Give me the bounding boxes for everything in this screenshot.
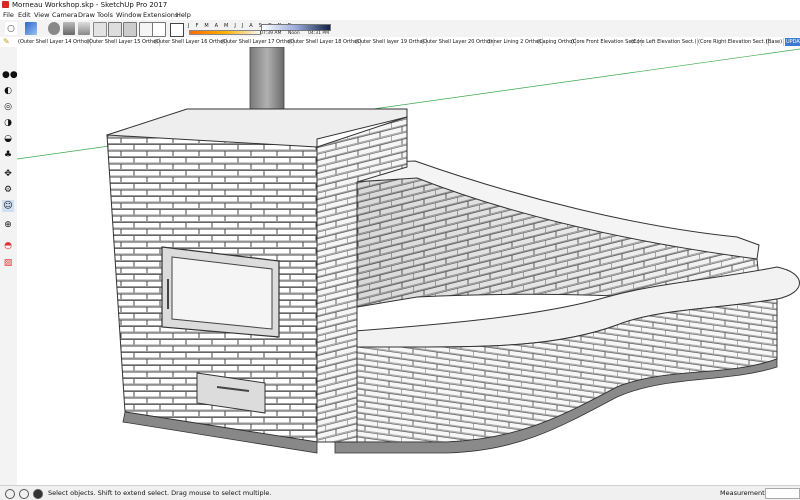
top-view-icon[interactable] — [93, 22, 107, 37]
paint-bucket-icon[interactable] — [25, 22, 37, 35]
orbit-icon[interactable] — [48, 22, 60, 35]
views-toolbar: ●● ◐ ◎ ◑ ◒ ♣ ✥ ⚙ ☺ ⊕ ◓ ▨ — [0, 47, 18, 485]
scene-tab[interactable]: (Core Right Elevation Sect.) — [697, 38, 770, 46]
shaded-style-icon[interactable]: ◒ — [2, 133, 14, 145]
walk-icon[interactable]: ⚙ — [2, 184, 14, 196]
scene-tab[interactable]: (Base) — [765, 38, 785, 46]
menu-camera[interactable]: Camera — [52, 10, 78, 20]
menu-draw[interactable]: Draw — [78, 10, 95, 20]
scene-tab[interactable]: (Outer Shell Layer 17 Ortho) — [220, 38, 295, 46]
measurements-label: Measurements — [720, 489, 769, 497]
user-icon[interactable] — [33, 489, 43, 499]
measurements-input[interactable] — [765, 488, 800, 499]
time-end: 04:31 PM — [308, 31, 329, 36]
sketchup-app-icon — [2, 1, 9, 8]
tape-measure-icon[interactable]: ✎ — [3, 37, 15, 47]
status-message: Select objects. Shift to extend select. … — [48, 489, 272, 497]
menu-file[interactable]: File — [3, 10, 14, 20]
time-noon: Noon — [288, 31, 300, 36]
position-camera-icon[interactable]: ✥ — [2, 168, 14, 180]
xray-style-icon[interactable]: ●● — [2, 69, 18, 81]
firebox-glass — [171, 256, 273, 330]
menu-bar: File Edit View Camera Draw Tools Window … — [0, 10, 800, 20]
shadow-settings: J F M A M J J A S O N D 07:39 AM Noon 04… — [168, 22, 331, 37]
section-plane-icon[interactable]: ⊕ — [2, 219, 14, 231]
scene-tab[interactable]: (Outer Shell Layer 16 Ortho) — [153, 38, 228, 46]
select-icon[interactable] — [5, 22, 17, 35]
model-viewport[interactable] — [16, 46, 800, 485]
back-edges-style-icon[interactable]: ◐ — [2, 85, 14, 97]
date-slider[interactable] — [189, 30, 261, 35]
scene-tab[interactable]: (Core Left Elevation Sect.) — [630, 38, 699, 46]
credits-icon[interactable] — [19, 489, 29, 499]
time-start: 07:39 AM — [260, 31, 282, 36]
hidden-line-style-icon[interactable]: ◑ — [2, 117, 14, 129]
status-bar: Select objects. Shift to extend select. … — [0, 485, 800, 500]
display-section-icon[interactable]: ◓ — [2, 240, 14, 252]
back-view-icon[interactable] — [139, 22, 153, 37]
menu-extensions[interactable]: Extensions — [143, 10, 178, 20]
menu-tools[interactable]: Tools — [97, 10, 113, 20]
menu-view[interactable]: View — [34, 10, 49, 20]
iso-view-icon[interactable] — [78, 22, 90, 35]
scene-tab[interactable]: (Outer Shell Layer 20 Ortho) — [420, 38, 495, 46]
scene-tab[interactable]: (Outer Shell Layer 14 Ortho) — [17, 38, 92, 46]
textured-style-icon[interactable]: ♣ — [2, 149, 14, 161]
left-view-icon[interactable] — [152, 22, 166, 37]
scene-tab[interactable]: (Outer Shell layer 19 Ortho) — [354, 38, 427, 46]
shadows-toggle-icon[interactable] — [170, 23, 184, 37]
menu-help[interactable]: Help — [176, 10, 191, 20]
scene-tab[interactable]: (Outer Shell Layer 18 Ortho) — [287, 38, 362, 46]
chimney-pipe — [249, 46, 285, 114]
front-view-icon[interactable] — [108, 22, 122, 37]
scene-tab[interactable]: (Outer Shell Layer 15 Ortho) — [86, 38, 161, 46]
section-fill-icon[interactable]: ▨ — [2, 257, 14, 269]
window-title: Morneau Workshop.skp - SketchUp Pro 2017 — [12, 1, 168, 9]
time-slider[interactable] — [261, 24, 331, 31]
right-view-icon[interactable] — [123, 22, 137, 37]
wireframe-style-icon[interactable]: ◎ — [2, 101, 14, 113]
model-canvas[interactable] — [16, 46, 800, 485]
scene-tab[interactable]: (Inner Lining 2 Ortho) — [486, 38, 544, 46]
scene-tab-active[interactable]: UPDATE — [785, 38, 800, 46]
menu-window[interactable]: Window — [116, 10, 142, 20]
menu-edit[interactable]: Edit — [18, 10, 31, 20]
look-around-icon[interactable]: ☺ — [2, 200, 14, 212]
component-cylinder-icon[interactable] — [63, 22, 75, 35]
top-toolbar — [0, 20, 800, 38]
geo-location-icon[interactable] — [5, 489, 15, 499]
